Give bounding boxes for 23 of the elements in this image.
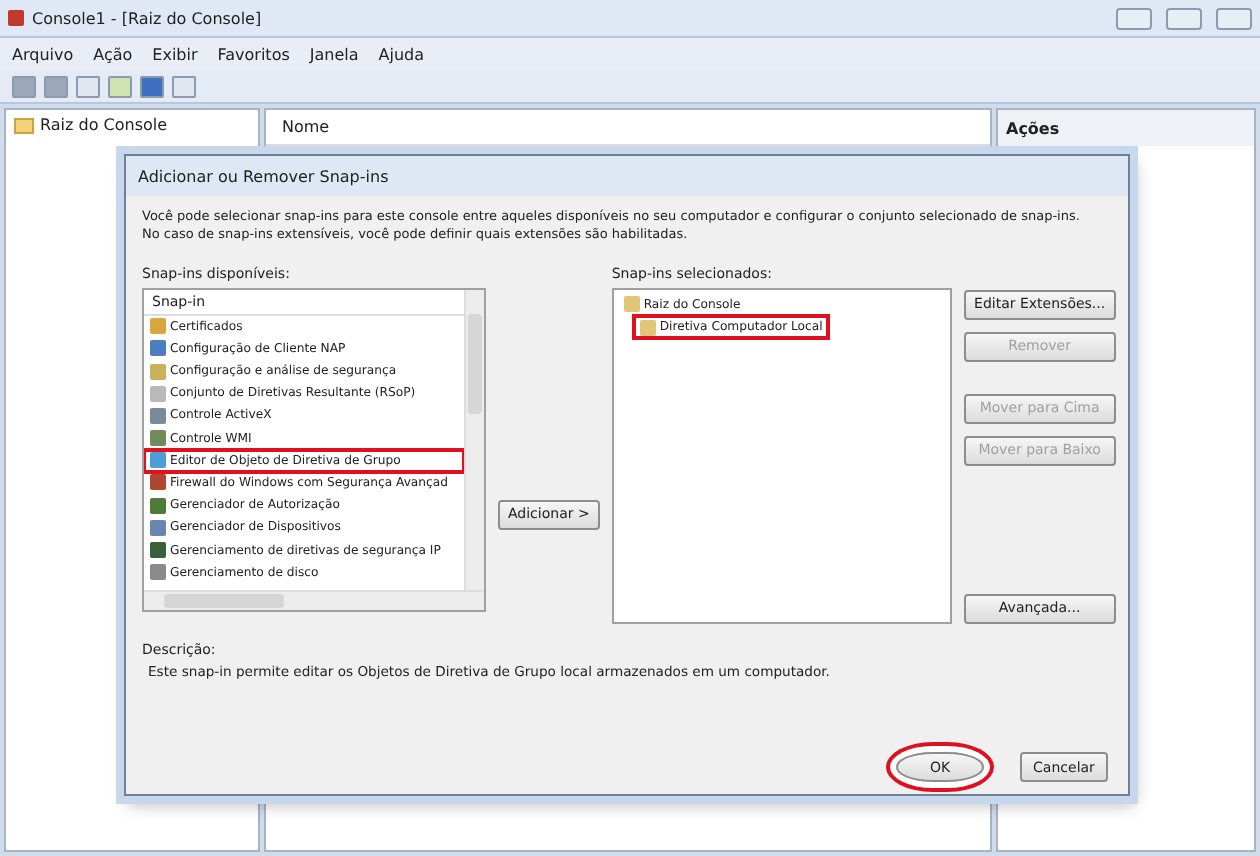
toolbar-icon[interactable]	[108, 75, 132, 97]
menu-item[interactable]: Favoritos	[217, 45, 290, 63]
menu-item[interactable]: Ajuda	[378, 45, 425, 63]
actions-header: Ações	[998, 110, 1254, 146]
menu-item[interactable]: Ação	[93, 45, 133, 63]
maximize-button[interactable]	[1166, 7, 1202, 29]
toolbar-icon[interactable]	[76, 75, 100, 97]
toolbar-icon[interactable]	[172, 75, 196, 97]
window-title: Console1 - [Raiz do Console]	[32, 9, 262, 27]
folder-icon	[14, 117, 34, 133]
tree-item[interactable]: Raiz do Console	[6, 110, 258, 140]
scrollbar[interactable]	[464, 289, 484, 590]
minimize-button[interactable]	[1116, 7, 1152, 29]
menu-item[interactable]: Janela	[309, 45, 359, 63]
menu-item[interactable]: Arquivo	[12, 45, 74, 63]
scrollbar[interactable]	[144, 589, 484, 610]
toolbar-icon[interactable]	[12, 75, 36, 97]
menu-item[interactable]: Exibir	[152, 45, 198, 63]
app-icon	[8, 10, 24, 26]
toolbar-icon[interactable]	[44, 75, 68, 97]
dialog-title: Adicionar ou Remover Snap-ins	[126, 156, 1128, 196]
toolbar-icon[interactable]	[140, 75, 164, 97]
close-button[interactable]	[1216, 7, 1252, 29]
